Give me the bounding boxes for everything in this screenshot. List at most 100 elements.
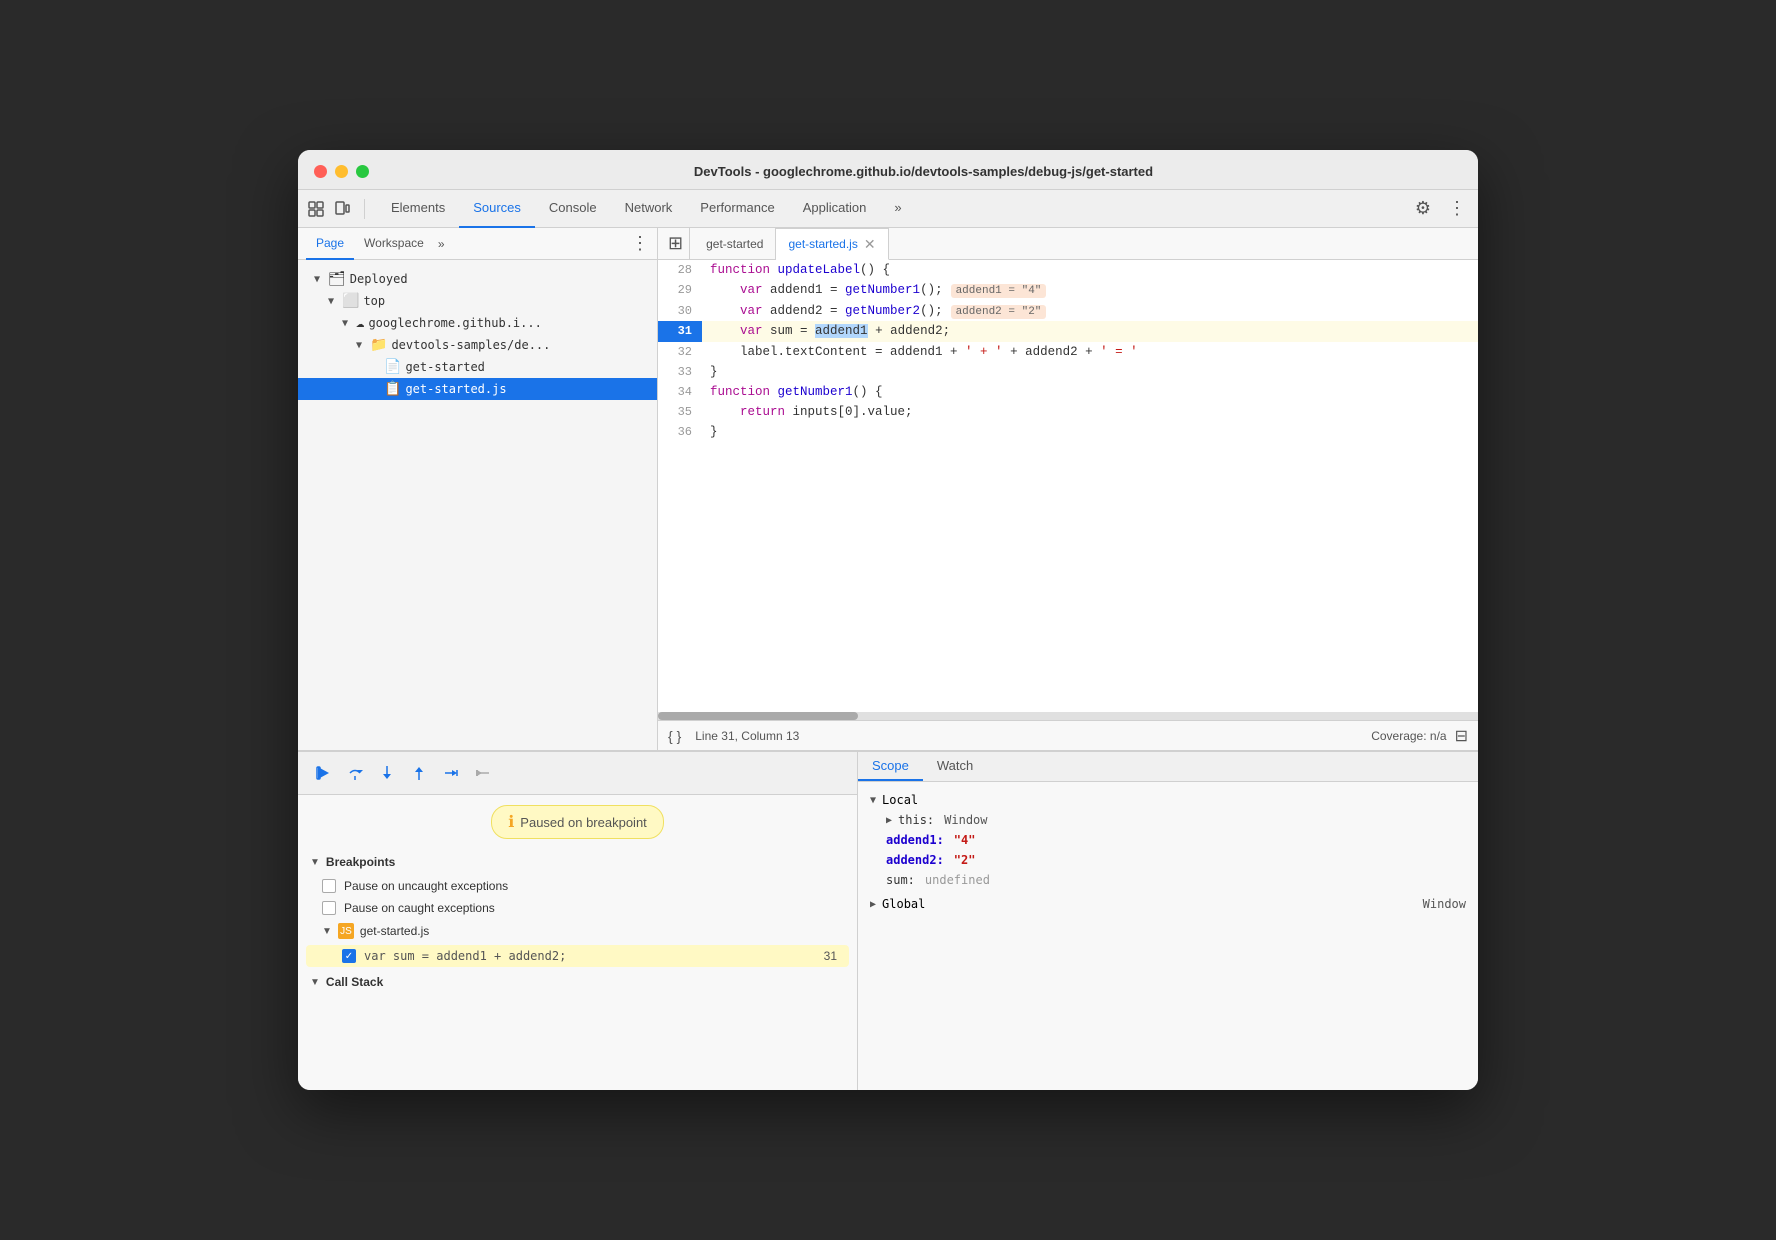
scope-this-arrow: ▶ [886,815,892,826]
minimize-button[interactable] [335,165,348,178]
scope-addend2-key: addend2: [886,853,944,867]
scope-addend1-key: addend1: [886,833,944,847]
bp-line-item[interactable]: ✓ var sum = addend1 + addend2; 31 [306,945,849,967]
code-line-28: 28 function updateLabel() { [658,260,1478,280]
tab-application[interactable]: Application [789,190,881,228]
subtab-workspace[interactable]: Workspace [354,228,434,260]
subtab-menu[interactable]: ⋮ [631,233,649,254]
tab-console[interactable]: Console [535,190,611,228]
tab-network[interactable]: Network [611,190,687,228]
scope-addend1-item: addend1: "4" [858,830,1478,850]
settings-button[interactable]: ⚙ [1410,196,1436,222]
tree-item-get-started-js[interactable]: 📋 get-started.js [298,378,657,400]
scope-tab-watch[interactable]: Watch [923,752,987,781]
pause-caught-checkbox[interactable] [322,901,336,915]
tree-item-deployed[interactable]: ▼ 🗂 Deployed [298,268,657,290]
editor-toggle[interactable]: ⊞ [662,228,690,260]
bp-code: var sum = addend1 + addend2; [364,949,816,963]
code-line-32: 32 label.textContent = addend1 + ' + ' +… [658,342,1478,362]
sub-tabs: Page Workspace » ⋮ [298,228,657,260]
scope-local-arrow: ▼ [870,795,876,806]
line-content-36: } [702,422,1478,442]
breakpoints-arrow: ▼ [310,857,320,868]
paused-message: Paused on breakpoint [520,815,646,830]
devtools-main: Elements Sources Console Network Perform… [298,190,1478,1090]
tree-item-devtools[interactable]: ▼ 📁 devtools-samples/de... [298,334,657,356]
line-content-30: var addend2 = getNumber2();addend2 = "2" [702,301,1478,322]
horizontal-scrollbar[interactable] [658,712,1478,720]
status-right: Coverage: n/a ⊟ [1371,726,1468,746]
scope-this-key: this: [898,813,934,827]
subtab-more[interactable]: » [438,237,445,251]
bp-file-label: get-started.js [360,924,429,938]
call-stack-label: Call Stack [326,975,383,989]
tree-item-top[interactable]: ▼ ⬜ top [298,290,657,312]
pause-caught-item[interactable]: Pause on caught exceptions [298,897,857,919]
tree-icon-devtools: 📁 [370,337,387,353]
editor-tab-get-started[interactable]: get-started [694,228,776,260]
content-area: Page Workspace » ⋮ ▼ 🗂 Deployed ▼ ⬜ [298,228,1478,750]
scope-sum-value: undefined [925,873,990,887]
inspect-icon[interactable] [306,199,326,219]
editor-tab-label-get-started: get-started [706,237,763,251]
line-content-29: var addend1 = getNumber1();addend1 = "4" [702,280,1478,301]
step-button[interactable] [438,760,464,786]
scope-this-item[interactable]: ▶ this: Window [858,810,1478,830]
format-icon[interactable]: { } [668,728,681,744]
tree-icon-top: ⬜ [342,293,359,309]
tree-item-get-started[interactable]: 📄 get-started [298,356,657,378]
breakpoints-header[interactable]: ▼ Breakpoints [298,849,857,875]
main-toolbar: Elements Sources Console Network Perform… [298,190,1478,228]
inline-val-addend2: addend2 = "2" [951,305,1047,319]
pause-uncaught-item[interactable]: Pause on uncaught exceptions [298,875,857,897]
subtab-page[interactable]: Page [306,228,354,260]
line-num-33: 33 [658,362,702,382]
scope-tab-scope[interactable]: Scope [858,752,923,781]
tree-arrow-devtools: ▼ [356,340,366,351]
scope-local-header[interactable]: ▼ Local [858,790,1478,810]
window-title: DevTools - googlechrome.github.io/devtoo… [385,164,1462,179]
call-stack-header[interactable]: ▼ Call Stack [298,969,857,995]
tree-icon-get-started: 📄 [384,359,401,375]
tree-label-deployed: Deployed [350,272,408,286]
editor-tab-get-started-js[interactable]: get-started.js ✕ [776,228,888,260]
tree-arrow-github: ▼ [342,318,352,329]
tab-close-icon[interactable]: ✕ [864,237,876,251]
toolbar-right: ⚙ ⋮ [1410,196,1470,222]
file-tree: ▼ 🗂 Deployed ▼ ⬜ top ▼ ☁ googlechrome.gi… [298,260,657,750]
tab-performance[interactable]: Performance [686,190,788,228]
step-out-button[interactable] [406,760,432,786]
toolbar-icons [306,199,365,219]
code-line-36: 36 } [658,422,1478,442]
line-num-32: 32 [658,342,702,362]
status-left: { } Line 31, Column 13 [668,728,799,744]
pause-uncaught-checkbox[interactable] [322,879,336,893]
deactivate-button[interactable] [470,760,496,786]
maximize-button[interactable] [356,165,369,178]
step-into-button[interactable] [374,760,400,786]
scope-global-header[interactable]: ▶ Global Window [858,894,1478,914]
scope-this-value: Window [944,813,987,827]
tab-elements[interactable]: Elements [377,190,459,228]
resume-button[interactable] [310,760,336,786]
scope-local-label: Local [882,793,918,807]
titlebar: DevTools - googlechrome.github.io/devtoo… [298,150,1478,190]
more-button[interactable]: ⋮ [1444,196,1470,222]
step-over-button[interactable] [342,760,368,786]
bp-checkbox[interactable]: ✓ [342,949,356,963]
pause-uncaught-label: Pause on uncaught exceptions [344,879,508,893]
tab-more[interactable]: » [880,190,915,228]
coverage-icon[interactable]: ⊟ [1455,726,1468,746]
code-editor[interactable]: 28 function updateLabel() { 29 var adden… [658,260,1478,712]
scrollbar-thumb[interactable] [658,712,858,720]
breakpoints-label: Breakpoints [326,855,395,869]
close-button[interactable] [314,165,327,178]
device-icon[interactable] [332,199,352,219]
tab-sources[interactable]: Sources [459,190,535,228]
editor-statusbar: { } Line 31, Column 13 Coverage: n/a ⊟ [658,720,1478,750]
tree-label-top: top [363,294,385,308]
tree-item-github[interactable]: ▼ ☁ googlechrome.github.i... [298,312,657,334]
tree-arrow-deployed: ▼ [314,274,324,285]
devtools-window: DevTools - googlechrome.github.io/devtoo… [298,150,1478,1090]
bp-file-header[interactable]: ▼ JS get-started.js [298,919,857,943]
